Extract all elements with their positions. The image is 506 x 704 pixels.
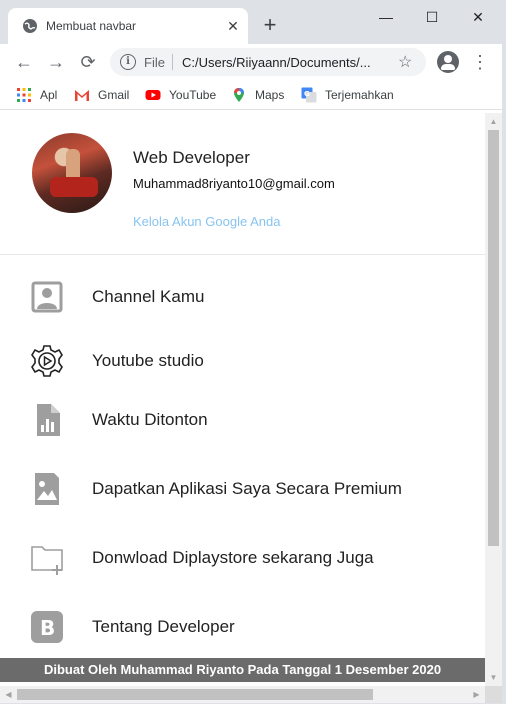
- bookmark-star-icon[interactable]: ☆: [398, 52, 412, 72]
- bookmark-label: YouTube: [169, 88, 217, 102]
- apps-grid-icon: [17, 88, 31, 102]
- scroll-down-icon[interactable]: ▼: [485, 669, 502, 686]
- scrollbar-corner: [485, 686, 502, 703]
- profile-name: Web Developer: [133, 148, 250, 167]
- tab-membuat-navbar[interactable]: Membuat navbar ✕: [8, 8, 248, 44]
- bookmarks-bar: Apl Gmail YouTube Maps G Terjemahkan: [0, 80, 506, 110]
- profile-email: Muhammad8riyanto10@gmail.com: [133, 176, 335, 191]
- page-content: Web Developer Muhammad8riyanto10@gmail.c…: [0, 113, 485, 686]
- letter-b-icon: B: [31, 611, 63, 643]
- bookmark-label: Maps: [255, 88, 285, 102]
- profile-photo: [32, 133, 112, 213]
- address-scheme: File: [144, 55, 165, 70]
- forward-button[interactable]: →: [44, 50, 68, 74]
- menu-item-label: Donwload Diplaystore sekarang Juga: [92, 548, 374, 567]
- scroll-right-icon[interactable]: ▶: [468, 686, 485, 703]
- scroll-left-icon[interactable]: ◀: [0, 686, 17, 703]
- photo-rider: [66, 149, 80, 179]
- reload-button[interactable]: ⟳: [76, 50, 100, 74]
- close-window-button[interactable]: ✕: [455, 4, 501, 30]
- page-footer: Dibuat Oleh Muhammad Riyanto Pada Tangga…: [0, 658, 485, 682]
- tab-close-icon[interactable]: ✕: [224, 17, 242, 35]
- menu-item-youtube-studio[interactable]: Youtube studio: [0, 338, 485, 382]
- scroll-up-icon[interactable]: ▲: [485, 113, 502, 130]
- bookmark-maps[interactable]: Maps: [231, 86, 284, 104]
- address-url[interactable]: C:/Users/Riiyaann/Documents/...: [182, 55, 371, 70]
- image-icon: [35, 473, 59, 505]
- back-button[interactable]: ←: [12, 50, 36, 74]
- menu-item-tentang-developer[interactable]: B Tentang Developer: [0, 604, 485, 648]
- bookmark-gmail[interactable]: Gmail: [74, 86, 129, 104]
- bookmark-terjemahkan[interactable]: G Terjemahkan: [301, 86, 394, 104]
- youtube-icon: [145, 90, 161, 100]
- bookmark-label: Terjemahkan: [325, 88, 394, 102]
- menu-item-dapatkan-aplikasi[interactable]: Dapatkan Aplikasi Saya Secara Premium: [0, 466, 485, 510]
- stats-document-icon: [37, 404, 60, 436]
- bookmark-youtube[interactable]: YouTube: [145, 86, 216, 104]
- maximize-button[interactable]: ☐: [409, 4, 455, 30]
- globe-icon: [23, 19, 37, 33]
- gmail-icon: [75, 90, 89, 101]
- settings-play-icon: [31, 345, 63, 377]
- horizontal-scrollbar[interactable]: ◀ ▶: [0, 686, 485, 703]
- menu-item-label: Youtube studio: [92, 351, 204, 370]
- menu-item-download-playstore[interactable]: Donwload Diplaystore sekarang Juga: [0, 535, 485, 579]
- account-box-icon: [31, 281, 63, 313]
- menu-item-label: Waktu Ditonton: [92, 410, 208, 429]
- menu-item-label: Channel Kamu: [92, 287, 205, 306]
- horizontal-scroll-thumb[interactable]: [17, 689, 373, 700]
- browser-toolbar: ← → ⟳ i File C:/Users/Riiyaann/Documents…: [0, 44, 506, 80]
- vertical-scrollbar[interactable]: ▲ ▼: [485, 113, 502, 686]
- address-separator: [172, 54, 173, 70]
- tab-title: Membuat navbar: [46, 19, 137, 33]
- maps-icon: [234, 88, 244, 102]
- photo-motorbike: [50, 177, 98, 197]
- menu-item-label: Tentang Developer: [92, 617, 235, 636]
- manage-google-account-link[interactable]: Kelola Akun Google Anda: [133, 214, 280, 229]
- bookmark-label: Apl: [40, 88, 58, 102]
- info-icon[interactable]: i: [120, 54, 136, 70]
- folder-add-icon: [31, 546, 63, 575]
- browser-menu-icon[interactable]: ⋮: [470, 50, 490, 74]
- svg-text:G: G: [304, 90, 310, 98]
- menu-item-channel-kamu[interactable]: Channel Kamu: [0, 274, 485, 318]
- minimize-button[interactable]: —: [363, 4, 409, 30]
- bookmark-apl[interactable]: Apl: [16, 86, 57, 104]
- profile-avatar-icon[interactable]: [437, 51, 459, 73]
- new-tab-button[interactable]: +: [258, 13, 282, 37]
- menu-item-waktu-ditonton[interactable]: Waktu Ditonton: [0, 397, 485, 441]
- vertical-scroll-thumb[interactable]: [488, 130, 499, 546]
- translate-icon: G: [301, 87, 317, 103]
- window-frame-right: [502, 0, 506, 704]
- menu-item-label: Dapatkan Aplikasi Saya Secara Premium: [92, 479, 402, 498]
- tab-strip: Membuat navbar ✕ + — ☐ ✕: [0, 0, 506, 44]
- svg-text:B: B: [40, 616, 55, 640]
- address-bar[interactable]: i File C:/Users/Riiyaann/Documents/... ☆: [110, 48, 426, 76]
- bookmark-label: Gmail: [98, 88, 130, 102]
- divider: [0, 254, 485, 255]
